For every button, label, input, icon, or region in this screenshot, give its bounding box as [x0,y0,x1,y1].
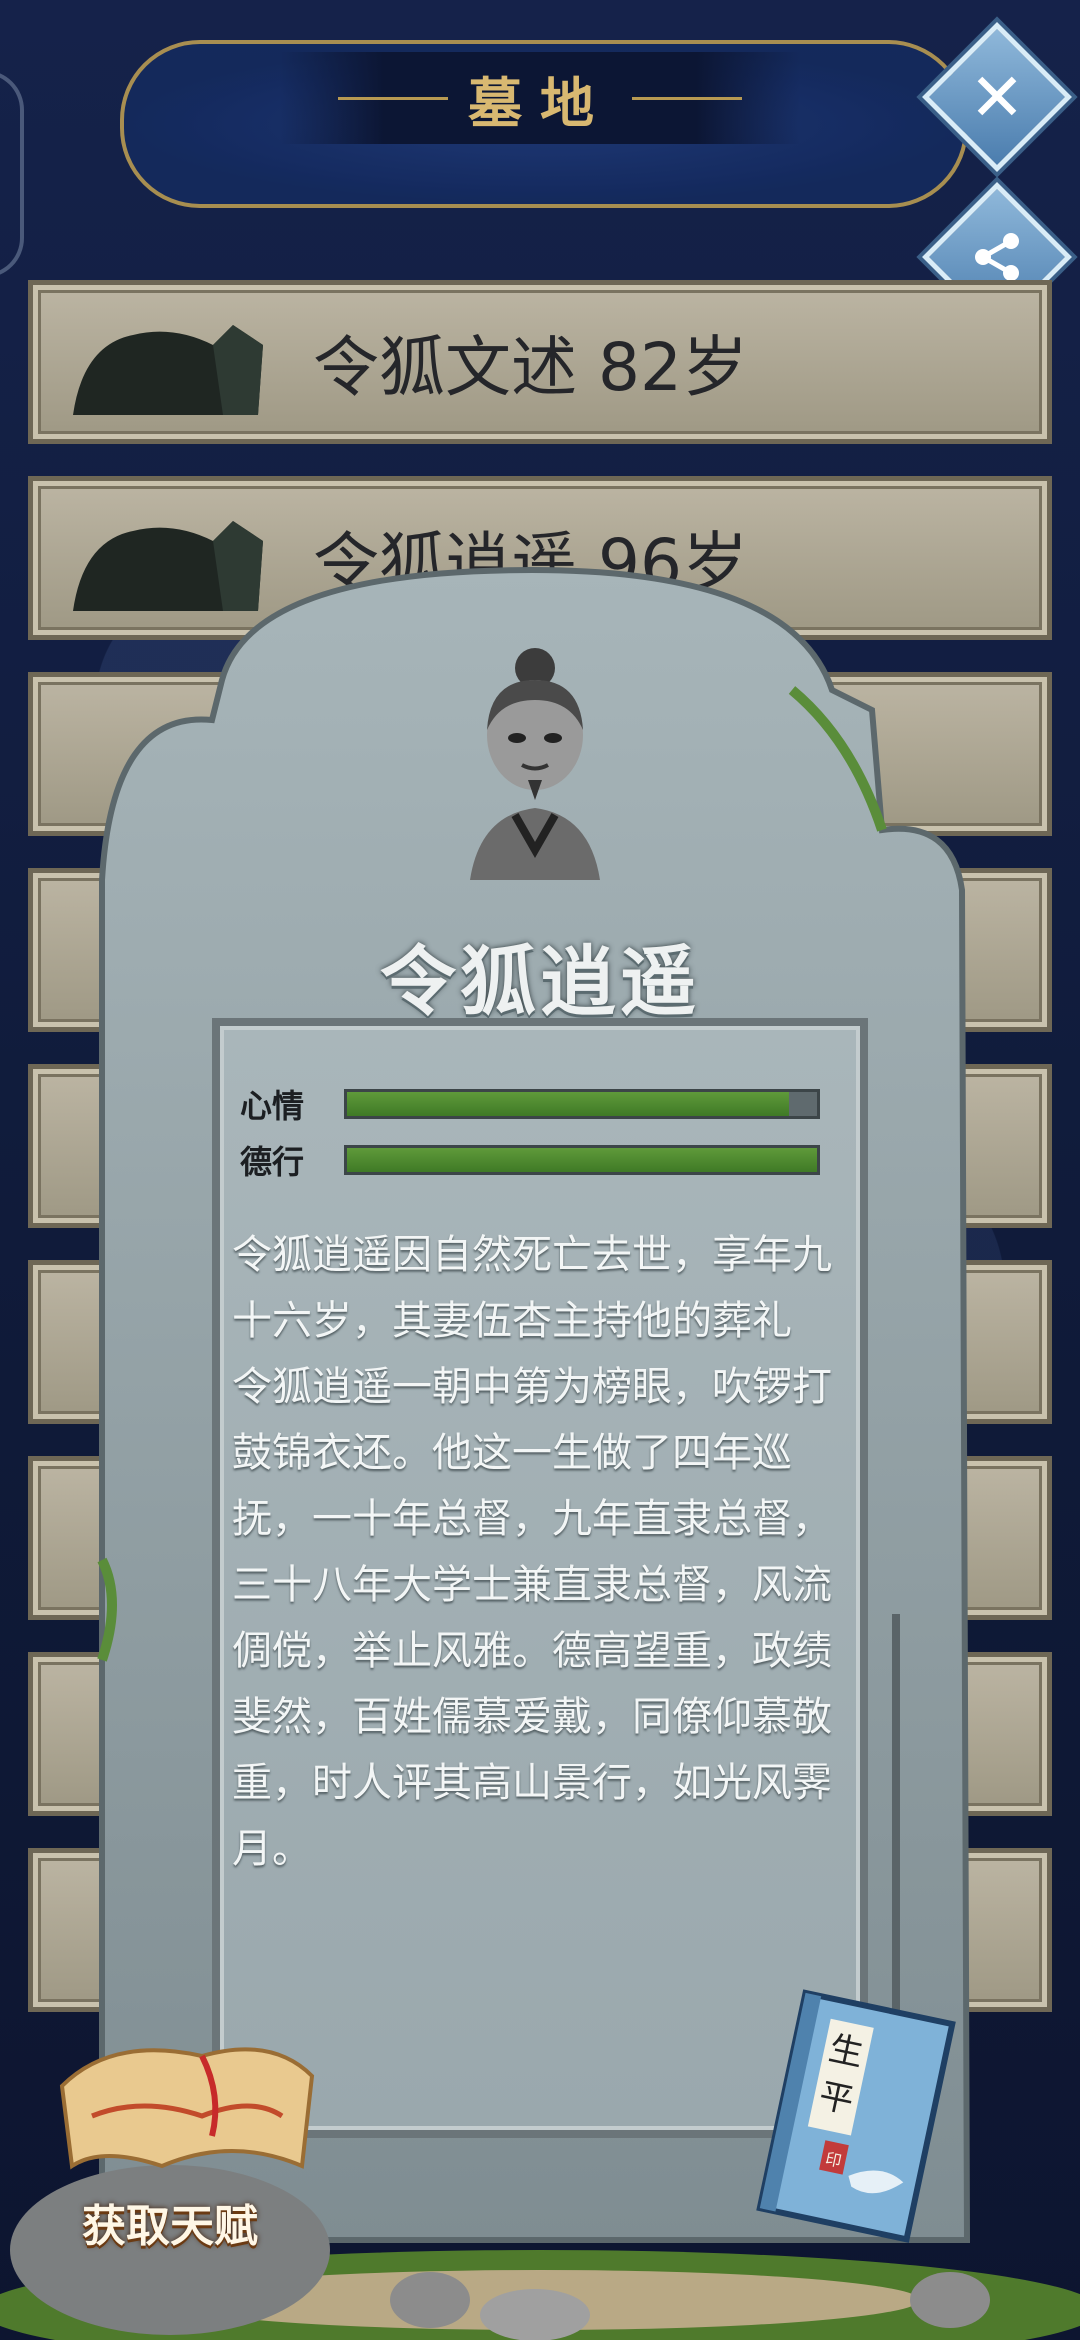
stat-label: 德行 [240,1143,305,1181]
epitaph-text: 令狐逍遥因自然死亡去世，享年九十六岁，其妻伍杏主持他的葬礼 令狐逍遥一朝中第为榜… [232,1222,832,1882]
decorative-frame [0,70,24,278]
mood-bar [344,1089,820,1119]
biography-book-icon[interactable]: 生 平 印 [740,1986,970,2256]
virtue-bar-fill [347,1148,817,1172]
stat-row-mood: 心情 [240,1084,820,1125]
avatar [470,648,600,880]
title-divider-right [632,96,742,100]
deceased-name: 令狐逍遥 [380,937,700,1026]
mood-bar-fill [347,1092,789,1116]
grave-label: 令狐文述 82岁 [313,329,748,406]
close-icon: ✕ [969,58,1025,136]
scroll-icon[interactable] [52,2016,322,2186]
gravestone-icon [73,325,263,415]
epitaph-paragraph: 令狐逍遥因自然死亡去世，享年九十六岁，其妻伍杏主持他的葬礼 [232,1232,832,1344]
stat-row-virtue: 德行 [240,1140,820,1181]
epitaph-paragraph: 令狐逍遥一朝中第为榜眼，吹锣打鼓锦衣还。他这一生做了四年巡抚，一十年总督，九年直… [232,1364,832,1872]
get-talent-button[interactable]: 获取天赋 [82,2190,258,2254]
virtue-bar [344,1145,820,1175]
title-divider-left [338,96,448,100]
stat-label: 心情 [240,1087,305,1125]
grave-row[interactable]: 令狐文述 82岁 [28,280,1052,444]
title-banner: 墓地 [280,52,800,144]
page-title: 墓地 [468,71,612,135]
